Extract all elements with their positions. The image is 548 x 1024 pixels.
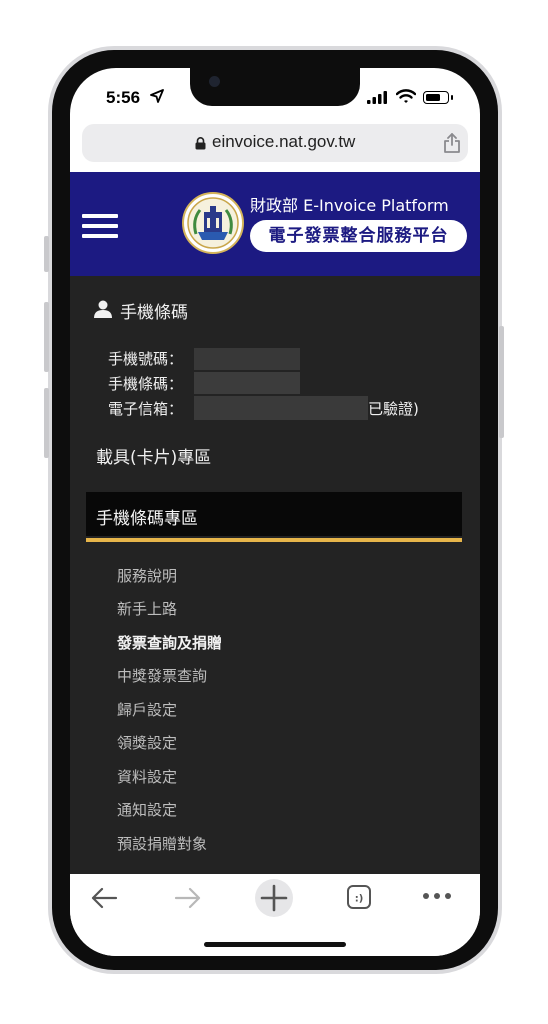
volume-up-button [44,302,49,372]
redacted-phone-number [194,348,300,370]
menu-item-invoice-query-donation[interactable]: 發票查詢及捐贈 [117,632,222,653]
status-time: 5:56 [106,88,141,107]
address-bar[interactable]: einvoice.nat.gov.tw [82,124,468,162]
screen: 5:56 einvoice.nat.gov.tw 財政部 E-Invoice P… [70,68,480,956]
power-button [499,326,504,438]
menu-item-getting-started[interactable]: 新手上路 [117,598,177,619]
seal-emblem-icon [187,197,239,249]
new-tab-icon[interactable] [253,877,295,919]
carrier-card-link[interactable]: 載具(卡片)專區 [96,443,211,468]
more-icon[interactable] [422,892,452,900]
share-icon[interactable] [443,133,461,153]
svg-text::): :) [355,894,364,905]
mute-switch [44,236,49,272]
phone-number-label: 手機號碼： [108,350,184,368]
mobile-barcode-label: 手機條碼： [108,375,184,393]
section-title: 手機條碼專區 [96,509,198,529]
tabs-icon[interactable]: :) [346,884,372,910]
email-label: 電子信箱： [108,400,184,418]
menu-item-default-donation-target[interactable]: 預設捐贈對象 [117,833,207,854]
account-title: 手機條碼 [120,303,188,323]
volume-down-button [44,388,49,458]
hamburger-menu-icon[interactable] [82,214,118,238]
home-indicator[interactable] [204,942,346,947]
user-icon [94,300,112,318]
notch [190,68,360,106]
platform-subtitle-badge: 電子發票整合服務平台 [250,220,467,252]
status-bar: 5:56 [70,68,480,122]
site-header: 財政部 E-Invoice Platform 電子發票整合服務平台 [70,172,480,276]
location-arrow-icon [150,89,164,103]
url-text[interactable]: einvoice.nat.gov.tw [212,132,355,152]
wifi-icon [396,89,416,103]
menu-item-account-linking[interactable]: 歸戶設定 [117,699,177,720]
email-verified-status: 已驗證) [368,400,419,418]
back-icon[interactable] [90,886,118,910]
ministry-seal-logo[interactable] [182,192,244,254]
signal-bars-icon [367,91,387,104]
main-content: 手機條碼 手機號碼： 手機條碼： 電子信箱： 已驗證) 載具(卡片)專區 手機條… [70,276,480,876]
forward-icon[interactable] [174,886,202,910]
battery-icon [423,91,449,104]
front-camera [209,76,220,87]
menu-item-service-info[interactable]: 服務說明 [117,565,177,586]
menu-item-notification-settings[interactable]: 通知設定 [117,799,177,820]
redacted-email [194,396,368,420]
menu-item-data-settings[interactable]: 資料設定 [117,766,177,787]
platform-title: 財政部 E-Invoice Platform [250,196,449,215]
menu-item-prize-settings[interactable]: 領獎設定 [117,732,177,753]
redacted-mobile-barcode [194,372,300,394]
menu-item-winning-invoice-query[interactable]: 中獎發票查詢 [117,665,207,686]
section-accent-bar [86,538,462,542]
battery-cap [451,95,453,100]
lock-icon [195,137,206,150]
section-header[interactable]: 手機條碼專區 [86,492,462,536]
